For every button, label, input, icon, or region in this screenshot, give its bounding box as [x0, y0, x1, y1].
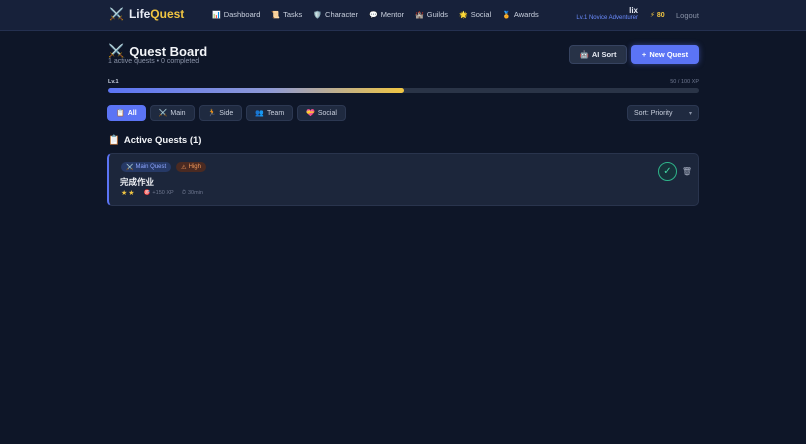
- trash-icon[interactable]: 🗑: [682, 166, 692, 176]
- user-info[interactable]: lix Lv.1 Novice Adventurer: [560, 6, 638, 22]
- nav-link-label: Awards: [513, 10, 539, 19]
- plus-icon: +: [641, 50, 647, 59]
- shield-icon: 🛡️: [313, 11, 323, 19]
- clipboard-icon: 📋: [108, 135, 120, 146]
- page-title: ⚔️ Quest Board: [108, 43, 207, 59]
- nav-link-label: Social: [470, 10, 492, 19]
- target-icon: 🎯: [143, 190, 151, 196]
- nav-link-label: Tasks: [283, 10, 303, 19]
- heart-gift-icon: 💝: [306, 110, 315, 117]
- quest-xp-value: +150 XP: [152, 190, 174, 196]
- star-icon: 🌟: [459, 11, 468, 19]
- nav-link-label: Dashboard: [223, 10, 261, 19]
- quest-meta: ★★ 🎯 +150 XP ⏱ 30min: [121, 189, 203, 198]
- filter-side[interactable]: 🏃 Side: [198, 105, 243, 121]
- top-navbar: ⚔️ Life Quest 📊 Dashboard 📜 Tasks 🛡️ Cha…: [0, 0, 806, 31]
- quest-type-label: Main Quest: [135, 164, 167, 170]
- crossed-swords-icon: ⚔️: [108, 43, 125, 58]
- nav-link-guilds[interactable]: 🏰 Guilds: [415, 10, 448, 19]
- nav-link-dashboard[interactable]: 📊 Dashboard: [212, 10, 260, 19]
- nav-link-label: Character: [325, 10, 358, 19]
- difficulty-stars: ★★: [121, 190, 136, 197]
- quest-duration: ⏱ 30min: [182, 190, 203, 197]
- sort-selected-value: Sort: Priority: [634, 109, 673, 117]
- page-title-text: Quest Board: [129, 43, 208, 59]
- medal-icon: 🏅: [502, 11, 511, 19]
- section-heading: 📋 Active Quests (1): [108, 135, 201, 146]
- robot-icon: 🤖: [579, 50, 589, 59]
- crossed-swords-icon: ⚔️: [109, 7, 124, 21]
- filter-label: All: [127, 109, 137, 117]
- xp-progress-fill: [108, 88, 404, 93]
- energy-counter: ⚡ 80: [650, 11, 665, 19]
- castle-icon: 🏰: [415, 11, 424, 19]
- nav-link-label: Mentor: [380, 10, 405, 19]
- people-icon: 👥: [255, 110, 265, 117]
- runner-icon: 🏃: [207, 110, 217, 117]
- crossed-swords-icon: ⚔️: [158, 110, 168, 117]
- ai-sort-label: AI Sort: [591, 50, 617, 59]
- level-label: Lv.1: [108, 79, 119, 85]
- crossed-swords-icon: ⚔️: [126, 164, 134, 171]
- filter-label: Side: [219, 109, 234, 117]
- new-quest-button[interactable]: + New Quest: [631, 45, 699, 64]
- nav-link-mentor[interactable]: 💬 Mentor: [369, 10, 404, 19]
- quest-summary: 1 active quests • 0 completed: [108, 58, 200, 65]
- brand-name-life: Life: [128, 7, 151, 21]
- quest-type-badge: ⚔️ Main Quest: [121, 162, 172, 172]
- section-title: Active Quests (1): [123, 135, 202, 146]
- quest-name: 完成作业: [120, 177, 155, 187]
- sort-select[interactable]: Sort: Priority ▾: [627, 105, 699, 121]
- filter-all[interactable]: 📋 All: [107, 105, 146, 121]
- quest-duration-value: 30min: [187, 190, 203, 196]
- filter-label: Social: [317, 109, 337, 117]
- priority-label: High: [188, 164, 201, 170]
- brand-logo[interactable]: ⚔️ Life Quest: [109, 7, 184, 21]
- nav-link-awards[interactable]: 🏅 Awards: [502, 10, 539, 19]
- ai-sort-button[interactable]: 🤖 AI Sort: [569, 45, 627, 64]
- warning-icon: ⚠: [181, 164, 187, 171]
- filter-team[interactable]: 👥 Team: [246, 105, 294, 121]
- nav-link-tasks[interactable]: 📜 Tasks: [271, 10, 302, 19]
- scroll-icon: 📜: [271, 11, 281, 19]
- logout-link[interactable]: Logout: [676, 11, 699, 20]
- priority-badge: ⚠ High: [176, 162, 206, 172]
- quest-card[interactable]: ⚔️ Main Quest ⚠ High 完成作业 ★★ 🎯 +150 XP ⏱…: [107, 153, 699, 206]
- filter-label: Team: [267, 109, 285, 117]
- xp-progress-bar: [108, 88, 699, 93]
- nav-link-label: Guilds: [426, 10, 449, 19]
- user-title: Lv.1 Novice Adventurer: [576, 15, 638, 22]
- quest-xp: 🎯 +150 XP: [144, 190, 174, 196]
- timer-icon: ⏱: [181, 189, 186, 196]
- speech-bubble-icon: 💬: [368, 11, 378, 19]
- user-name: lix: [629, 6, 638, 15]
- brand-name-quest: Quest: [150, 7, 185, 21]
- quest-tags: ⚔️ Main Quest ⚠ High: [121, 162, 206, 172]
- complete-quest-button[interactable]: ✓: [658, 162, 677, 181]
- filter-label: Main: [170, 109, 186, 117]
- quest-filter-tabs: 📋 All ⚔️ Main 🏃 Side 👥 Team 💝 Social: [107, 105, 346, 121]
- xp-text: 50 / 100 XP: [670, 79, 699, 85]
- filter-social[interactable]: 💝 Social: [297, 105, 346, 121]
- new-quest-label: New Quest: [649, 50, 689, 59]
- clipboard-icon: 📋: [116, 110, 125, 117]
- nav-link-social[interactable]: 🌟 Social: [459, 10, 491, 19]
- chart-icon: 📊: [212, 11, 221, 19]
- lightning-icon: ⚡: [650, 12, 655, 19]
- energy-value: 80: [656, 12, 665, 19]
- nav-links: 📊 Dashboard 📜 Tasks 🛡️ Character 💬 Mento…: [212, 10, 539, 19]
- filter-main[interactable]: ⚔️ Main: [149, 105, 195, 121]
- nav-link-character[interactable]: 🛡️ Character: [313, 10, 358, 19]
- chevron-down-icon: ▾: [688, 110, 692, 117]
